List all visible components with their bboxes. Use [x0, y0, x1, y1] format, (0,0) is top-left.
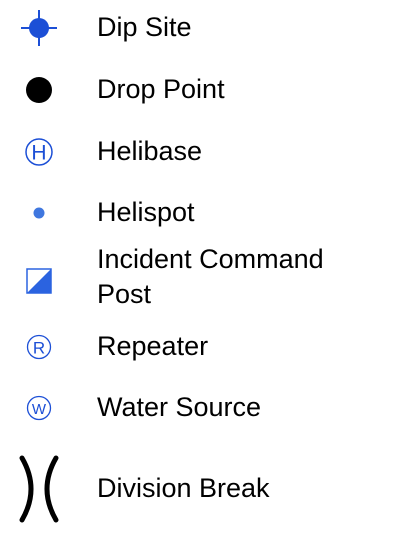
map-symbol-legend: Dip Site Drop Point H Helibase Helispot [0, 0, 393, 539]
legend-label: Helispot [97, 197, 195, 227]
division-break-icon [6, 454, 72, 524]
legend-label: Drop Point [97, 74, 225, 104]
legend-label: Repeater [97, 331, 209, 361]
svg-text:R: R [33, 339, 45, 358]
legend-label: Post [97, 279, 152, 309]
svg-text:H: H [31, 142, 46, 165]
svg-text:W: W [32, 401, 47, 418]
legend-label: Incident Command [97, 244, 324, 274]
incident-command-post-icon [6, 256, 72, 306]
drop-point-icon [6, 65, 72, 115]
legend-label: Helibase [97, 136, 203, 166]
repeater-icon: R [6, 322, 72, 372]
helispot-icon [6, 188, 72, 238]
dip-site-icon [6, 3, 72, 53]
legend-label: Water Source [97, 392, 262, 422]
legend-label: Dip Site [97, 12, 192, 42]
helibase-icon: H [6, 127, 72, 177]
water-source-icon: W [6, 383, 72, 433]
legend-label: Division Break [97, 473, 270, 503]
